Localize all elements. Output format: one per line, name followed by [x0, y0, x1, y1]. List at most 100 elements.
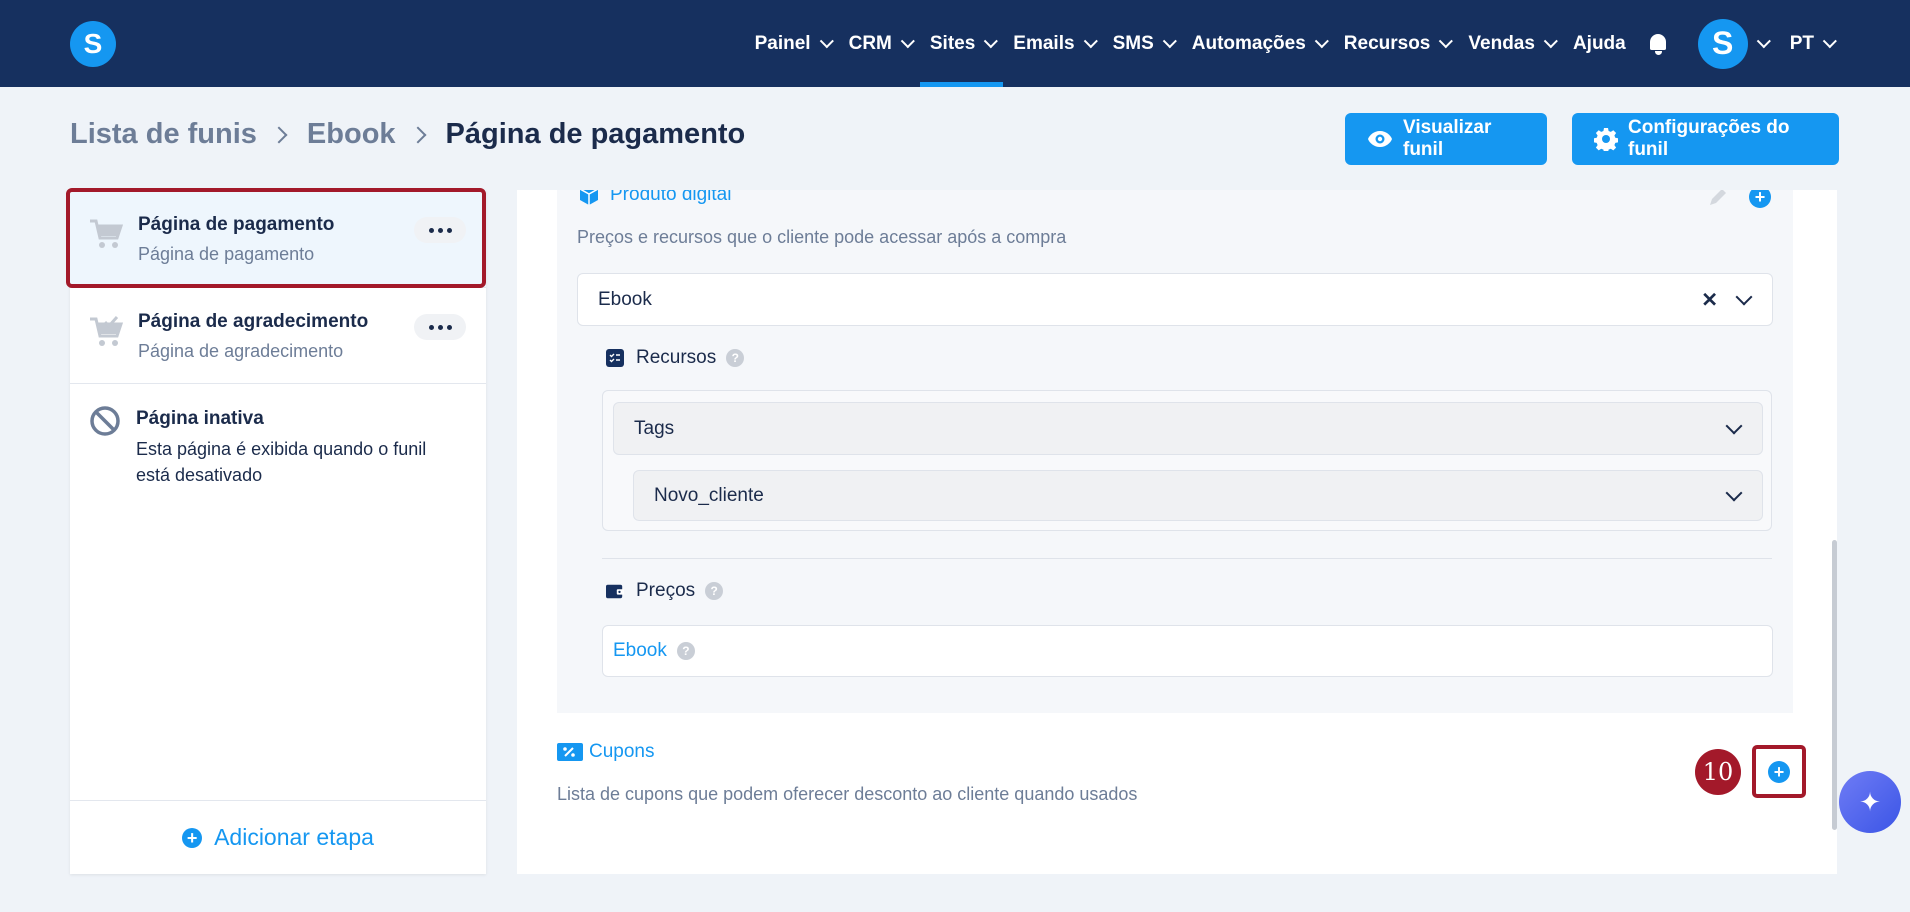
step-title: Página inativa [136, 408, 264, 429]
nav-item-sms[interactable]: SMS [1103, 0, 1182, 87]
coupons-title[interactable]: Cupons [589, 741, 655, 763]
logo-letter: S [83, 28, 103, 59]
nav-item-vendas[interactable]: Vendas [1458, 0, 1563, 87]
step-subtitle: Esta página é exibida quando o funil est… [136, 439, 427, 485]
ai-assistant-button[interactable]: ✦ [1839, 771, 1901, 833]
nav-item-painel[interactable]: Painel [745, 0, 839, 87]
nav-item-emails[interactable]: Emails [1003, 0, 1102, 87]
avatar[interactable]: S [1697, 18, 1748, 69]
app-logo[interactable]: S [70, 21, 116, 67]
chevron-down-icon [1439, 33, 1454, 48]
step-marker-number: 10 [1702, 758, 1734, 786]
add-coupon-highlight: + [1752, 745, 1806, 798]
chevron-down-icon [1083, 33, 1098, 48]
sparkles-icon: ✦ [1859, 786, 1881, 817]
nav-item-ajuda[interactable]: Ajuda [1563, 0, 1636, 87]
nav-label: Recursos [1343, 32, 1431, 54]
gear-icon [1594, 127, 1618, 151]
add-coupon-button[interactable]: + [1768, 760, 1790, 783]
nav-item-recursos[interactable]: Recursos [1334, 0, 1459, 87]
chevron-down-icon [1314, 33, 1329, 48]
product-select[interactable]: Ebook ✕ [577, 273, 1773, 326]
nav-item-sites[interactable]: Sites [919, 0, 1004, 87]
preview-funnel-button[interactable]: Visualizar funil [1345, 113, 1547, 165]
add-step-button[interactable]: + Adicionar etapa [70, 800, 486, 874]
chevron-down-icon [1735, 288, 1753, 305]
nav-label: CRM [848, 32, 892, 54]
chevron-right-icon [409, 126, 427, 143]
cart-check-icon [88, 314, 124, 353]
eye-icon [1367, 130, 1393, 148]
add-step-label: Adicionar etapa [214, 824, 374, 850]
step-inactive-page[interactable]: Página inativa Esta página é exibida qua… [70, 384, 486, 504]
preview-funnel-label: Visualizar funil [1403, 117, 1492, 160]
resource-value-select[interactable]: Novo_cliente [633, 470, 1763, 521]
help-icon[interactable]: ? [705, 582, 724, 600]
resources-label: Recursos [636, 347, 717, 368]
product-select-value: Ebook [598, 288, 652, 310]
nav-label: SMS [1112, 32, 1154, 54]
selected-step-highlight [66, 188, 486, 288]
nav-item-automacoes[interactable]: Automações [1182, 0, 1334, 87]
language-label: PT [1789, 32, 1814, 54]
main-nav: Painel CRM Sites Emails SMS Automações R… [745, 0, 1842, 87]
nav-label: Ajuda [1572, 32, 1626, 54]
disabled-icon [88, 404, 122, 443]
nav-label: Vendas [1468, 32, 1535, 54]
chevron-down-icon [819, 33, 834, 48]
nav-label: Sites [929, 32, 976, 54]
digital-product-header: Produto digital [578, 190, 731, 206]
chevron-down-icon [1725, 484, 1743, 501]
avatar-menu-toggle[interactable] [1748, 0, 1771, 87]
step-title: Página de agradecimento [138, 311, 369, 332]
wallet-icon [606, 582, 624, 600]
funnel-settings-label: Configurações do funil [1628, 117, 1790, 160]
language-selector[interactable]: PT [1780, 0, 1842, 87]
nav-label: Painel [754, 32, 811, 54]
breadcrumb-ebook[interactable]: Ebook [307, 118, 396, 151]
breadcrumb-funnel-list[interactable]: Lista de funis [70, 118, 257, 151]
step-marker-badge: 10 [1695, 749, 1741, 795]
price-item[interactable]: Ebook ? [602, 625, 1773, 677]
digital-product-description: Preços e recursos que o cliente pode ace… [577, 227, 1067, 247]
resource-type-select[interactable]: Tags [613, 402, 1763, 455]
chevron-down-icon [1822, 33, 1837, 48]
divider [602, 558, 1772, 559]
chevron-right-icon [270, 126, 288, 143]
help-icon[interactable]: ? [676, 642, 695, 660]
chevron-down-icon [1543, 33, 1558, 48]
digital-product-title[interactable]: Produto digital [610, 190, 731, 206]
coupons-description: Lista de cupons que podem oferecer desco… [557, 784, 1138, 804]
resource-type-value: Tags [634, 417, 675, 439]
scrollbar[interactable] [1832, 540, 1837, 830]
pencil-icon[interactable] [1707, 190, 1729, 213]
breadcrumb: Lista de funis Ebook Página de pagamento [70, 118, 745, 151]
page-title: Página de pagamento [445, 118, 746, 150]
funnel-settings-button[interactable]: Configurações do funil [1572, 113, 1839, 165]
nav-item-crm[interactable]: CRM [839, 0, 920, 87]
chevron-down-icon [1162, 33, 1177, 48]
prices-label-row: Preços ? [606, 580, 724, 602]
box-icon [578, 190, 600, 206]
nav-label: Emails [1013, 32, 1075, 54]
chevron-down-icon [1725, 417, 1743, 434]
resources-label-row: Recursos ? [606, 347, 745, 369]
checklist-icon [606, 349, 624, 367]
coupons-header: Cupons [557, 741, 655, 763]
step-subtitle: Página de agradecimento [138, 341, 344, 361]
plus-circle-icon: + [182, 827, 203, 848]
bell-icon[interactable] [1648, 32, 1670, 56]
step-editor-panel: Produto digital + Preços e recursos que … [517, 190, 1837, 874]
chevron-down-icon [1756, 33, 1771, 48]
price-item-label[interactable]: Ebook [613, 640, 667, 662]
clear-icon[interactable]: ✕ [1701, 287, 1718, 312]
resource-value: Novo_cliente [654, 484, 764, 506]
nav-label: Automações [1191, 32, 1306, 54]
more-options-button[interactable] [414, 314, 466, 340]
help-icon[interactable]: ? [726, 349, 745, 367]
funnel-steps-panel: Página de pagamento Página de pagamento … [70, 190, 486, 874]
top-navbar: S Painel CRM Sites Emails SMS Automações… [0, 0, 1910, 87]
chevron-down-icon [900, 33, 915, 48]
avatar-letter: S [1712, 25, 1734, 61]
step-thank-you-page[interactable]: Página de agradecimento Página de agrade… [70, 288, 486, 385]
